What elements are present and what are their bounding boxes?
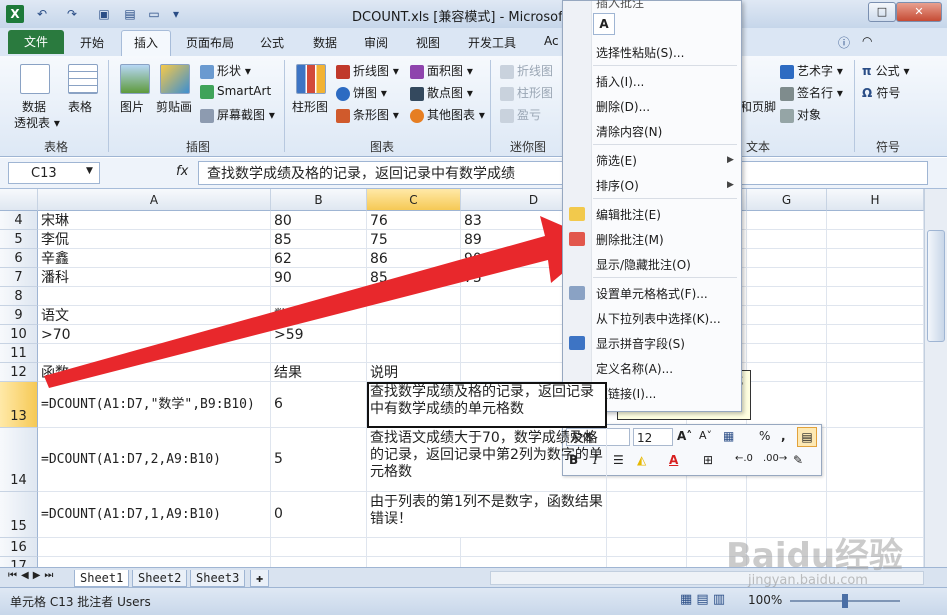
format-cells-icon (569, 286, 585, 300)
insert-sheet-icon[interactable]: ✚ (250, 570, 270, 587)
submenu-arrow-icon: ▶ (727, 180, 734, 190)
borders-icon[interactable]: ⊞ (703, 453, 713, 467)
menu-sort[interactable]: 排序(O) (596, 177, 639, 194)
zoom-level[interactable]: 100% (748, 593, 782, 607)
watermark-logo: Baidu经验 (726, 536, 904, 576)
font-color-icon[interactable]: A (669, 453, 678, 467)
format-painter-icon[interactable]: ▤ (797, 427, 817, 447)
zoom-slider-thumb[interactable] (842, 594, 848, 608)
sheet-tab-1[interactable]: Sheet1 (74, 570, 130, 587)
menu-delete[interactable]: 删除(D)... (596, 98, 650, 115)
cell-c14[interactable]: 查找语文成绩大于70，数学成绩及格的记录，返回记录中第2列为数字的单元格数 (367, 428, 607, 492)
cell-c13[interactable]: 查找数学成绩及格的记录，返回记录中有数学成绩的单元格数 (367, 382, 607, 428)
percent-style-button[interactable]: % (759, 429, 770, 443)
menu-define-name[interactable]: 定义名称(A)... (596, 360, 673, 377)
submenu-arrow-icon: ▶ (727, 155, 734, 165)
sheet-nav-arrows-icon[interactable]: ⏮◀▶⏭ (8, 570, 57, 581)
phonetic-guide-icon (569, 336, 585, 350)
comma-style-button[interactable]: , (781, 429, 786, 443)
annotation-arrow-icon (44, 216, 600, 388)
menu-separator (593, 65, 737, 66)
menu-paste-special[interactable]: 选择性粘贴(S)... (596, 44, 684, 61)
sheet-tab-2[interactable]: Sheet2 (132, 570, 188, 587)
menu-show-hide-comment[interactable]: 显示/隐藏批注(O) (596, 256, 691, 273)
increase-decimal-icon[interactable]: ←.0 (735, 453, 753, 464)
menu-filter[interactable]: 筛选(E) (596, 152, 637, 169)
status-bar: 单元格 C13 批注者 Users ▦ ▤ ▥ 100% (0, 587, 947, 615)
menu-clear-contents[interactable]: 清除内容(N) (596, 123, 662, 140)
menu-insert-comment[interactable]: 插入批注 (596, 0, 644, 11)
cell-c15[interactable]: 由于列表的第1列不是数字，函数结果错误！ (367, 492, 607, 538)
shrink-font-icon[interactable]: A˅ (699, 429, 712, 442)
menu-separator (593, 198, 737, 199)
menu-pick-from-list[interactable]: 从下拉列表中选择(K)... (596, 310, 721, 327)
context-menu: 插入批注 A 选择性粘贴(S)... 插入(I)... 删除(D)... 清除内… (562, 0, 742, 412)
menu-insert[interactable]: 插入(I)... (596, 73, 644, 90)
menu-edit-comment[interactable]: 编辑批注(E) (596, 206, 661, 223)
menu-separator (593, 277, 737, 278)
grow-font-icon[interactable]: A˄ (677, 429, 692, 443)
menu-delete-comment[interactable]: 删除批注(M) (596, 231, 664, 248)
align-center-icon[interactable]: ☰ (613, 453, 624, 467)
edit-comment-icon (569, 207, 585, 221)
paste-values-icon[interactable]: A (593, 13, 615, 35)
watermark-url: jingyan.baidu.com (748, 573, 868, 588)
menu-format-cells[interactable]: 设置单元格格式(F)... (596, 285, 708, 302)
paintbrush-icon[interactable]: ✎ (793, 453, 803, 467)
font-size-select[interactable]: 12 (633, 428, 673, 446)
view-buttons-icon[interactable]: ▦ ▤ ▥ (680, 592, 725, 607)
delete-comment-icon (569, 232, 585, 246)
sheet-tab-3[interactable]: Sheet3 (190, 570, 246, 587)
decrease-decimal-icon[interactable]: .00→ (763, 453, 787, 464)
menu-show-phonetic[interactable]: 显示拼音字段(S) (596, 335, 685, 352)
status-text: 单元格 C13 批注者 Users (10, 595, 151, 609)
menu-separator (593, 144, 737, 145)
fill-color-icon[interactable]: ◭ (637, 453, 646, 467)
currency-format-icon[interactable]: ▦ (723, 429, 734, 443)
